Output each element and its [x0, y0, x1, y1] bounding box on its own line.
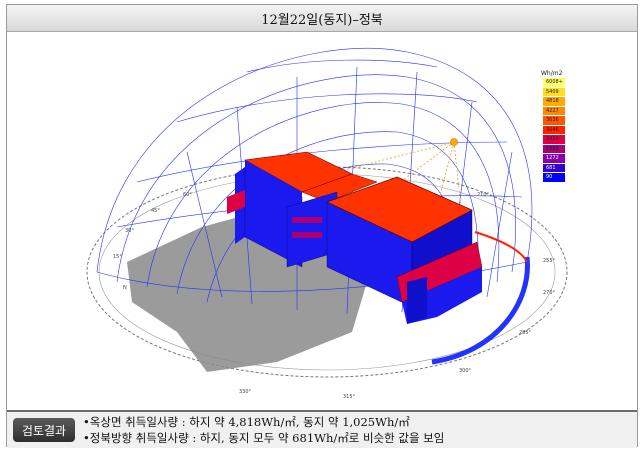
angle-label-n: N — [123, 285, 127, 291]
angle-label-210: 210° — [477, 192, 490, 198]
angle-label-315: 315° — [343, 394, 356, 400]
review-result-panel: 검토결과 •옥상면 취득일사량 : 하지 약 4,818Wh/㎡, 동지 약 1… — [7, 410, 637, 448]
angle-label-300: 300° — [459, 368, 472, 374]
angle-label-45: 45° — [151, 208, 160, 214]
result-line-roof: •옥상면 취득일사량 : 하지 약 4,818Wh/㎡, 동지 약 1,025W… — [83, 415, 410, 429]
current-sun-arc — [474, 231, 528, 263]
legend-unit: Wh/m2 — [541, 70, 563, 77]
angle-label-60: 60° — [183, 192, 192, 198]
angle-label-330: 330° — [239, 389, 252, 395]
angle-label-270: 270° — [543, 290, 556, 296]
legend-swatch: 90 — [543, 173, 565, 183]
legend-swatch: 1272 — [543, 154, 565, 164]
legend-swatch: 6008+ — [543, 78, 565, 88]
legend-swatch: 3046 — [543, 125, 565, 135]
legend-swatch: 681 — [543, 163, 565, 173]
solar-analysis-viewport[interactable]: N 15° 30° 45° 60° 210° 255° 270° 285° 30… — [7, 32, 637, 408]
angle-label-30: 30° — [125, 228, 134, 234]
angle-label-255: 255° — [543, 258, 556, 264]
legend-swatch: 5409 — [543, 87, 565, 97]
sun-icon — [450, 138, 458, 146]
result-line-north: •정북방향 취득일사량 : 하지, 동지 모두 약 681Wh/㎡로 비슷한 값… — [83, 431, 445, 445]
angle-label-285: 285° — [519, 330, 532, 336]
legend-swatch: 3636 — [543, 116, 565, 126]
figure-title: 12월22일(동지)–정북 — [7, 5, 637, 32]
legend-swatch: 2454 — [543, 135, 565, 145]
review-result-label: 검토결과 — [13, 418, 75, 442]
legend-swatch: 4227 — [543, 106, 565, 116]
angle-label-15: 15° — [113, 254, 122, 260]
legend-swatch: 4818 — [543, 97, 565, 107]
figure-frame: 12월22일(동지)–정북 N 15° 30° 45° 60° 210° 255… — [6, 4, 638, 448]
irradiance-legend: Wh/m2 6008+ 5409 4818 4227 3636 3046 2454 1863 1… — [541, 70, 565, 183]
legend-swatch: 1863 — [543, 144, 565, 154]
